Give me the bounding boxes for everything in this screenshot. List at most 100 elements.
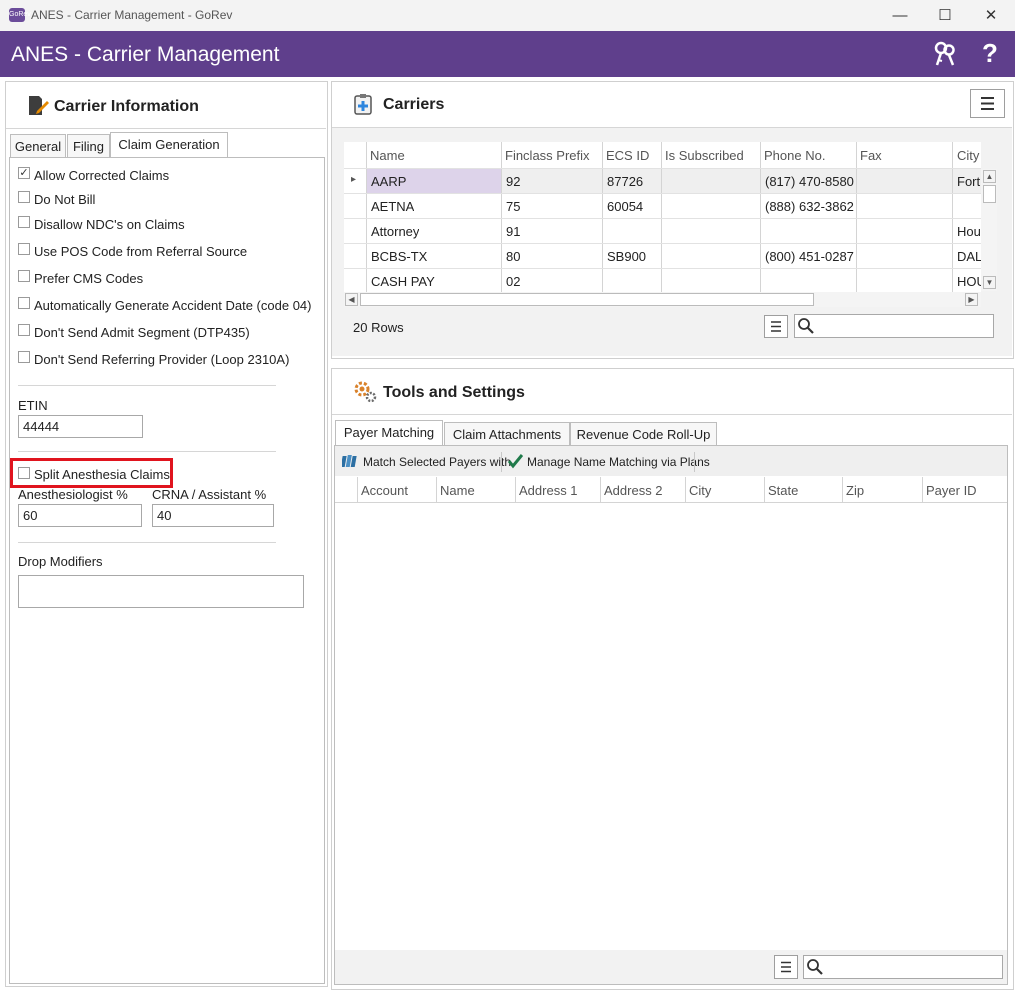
etin-label: ETIN	[18, 398, 48, 413]
table-cell: 80	[506, 249, 521, 264]
column-header-account[interactable]: Account	[361, 483, 408, 498]
column-header-address-1[interactable]: Address 1	[519, 483, 578, 498]
minimize-button[interactable]: —	[877, 0, 923, 31]
scroll-up-icon[interactable]: ▲	[983, 170, 996, 183]
scroll-right-icon[interactable]: ▶	[965, 293, 978, 306]
split-anesthesia-label: Split Anesthesia Claims	[34, 467, 170, 482]
column-header-phone-no[interactable]: Phone No.	[764, 148, 825, 163]
column-separator	[600, 477, 601, 502]
keys-icon[interactable]	[933, 41, 957, 67]
use-pos-code-checkbox[interactable]	[18, 243, 30, 255]
tab-claim-attachments[interactable]: Claim Attachments	[444, 422, 570, 446]
divider	[18, 542, 276, 543]
scroll-left-icon[interactable]: ◀	[345, 293, 358, 306]
carriers-grid-menu-button[interactable]	[764, 315, 788, 338]
divider	[18, 385, 276, 386]
dont-send-referring-checkbox[interactable]	[18, 351, 30, 363]
crna-input[interactable]: 40	[152, 504, 274, 527]
tab-filing[interactable]: Filing	[67, 134, 110, 158]
table-cell: (888) 632-3862	[765, 199, 854, 214]
column-header-finclass-prefix[interactable]: Finclass Prefix	[505, 148, 590, 163]
tools-settings-heading: Tools and Settings	[383, 384, 525, 401]
disallow-ndc-label: Disallow NDC's on Claims	[34, 217, 185, 232]
column-header-fax[interactable]: Fax	[860, 148, 882, 163]
table-cell: (800) 451-0287	[765, 249, 854, 264]
carriers-grid-header	[344, 142, 981, 168]
payer-grid-menu-button[interactable]	[774, 955, 798, 979]
table-row[interactable]	[344, 169, 981, 193]
column-header-ecs-id[interactable]: ECS ID	[606, 148, 649, 163]
carriers-heading: Carriers	[383, 96, 445, 113]
split-anesthesia-checkbox[interactable]	[18, 467, 30, 479]
disallow-ndc-checkbox[interactable]	[18, 216, 30, 228]
table-row[interactable]	[344, 269, 981, 292]
horizontal-scroll-thumb[interactable]	[360, 293, 814, 306]
column-separator	[842, 477, 843, 502]
anesthesiologist-input[interactable]: 60	[18, 504, 142, 527]
column-header-name[interactable]: Name	[370, 148, 405, 163]
prefer-cms-codes-checkbox[interactable]	[18, 270, 30, 282]
edit-document-icon	[27, 93, 49, 117]
column-header-zip[interactable]: Zip	[846, 483, 864, 498]
column-header-name[interactable]: Name	[440, 483, 475, 498]
hamburger-icon	[981, 97, 994, 110]
column-header-is-subscribed[interactable]: Is Subscribed	[665, 148, 744, 163]
tab-general[interactable]: General	[10, 134, 66, 158]
column-header-address-2[interactable]: Address 2	[604, 483, 663, 498]
close-button[interactable]: ✕	[968, 0, 1014, 31]
drop-modifiers-input[interactable]	[18, 575, 304, 608]
column-separator	[922, 477, 923, 502]
tab-payer-matching[interactable]: Payer Matching	[335, 420, 443, 446]
table-cell: 60054	[607, 199, 644, 214]
allow-corrected-claims-checkbox[interactable]: ✓	[18, 167, 30, 179]
column-separator	[764, 477, 765, 502]
column-separator	[436, 477, 437, 502]
table-cell: 87726	[607, 174, 644, 189]
medical-clipboard-icon	[352, 92, 376, 116]
gears-icon	[353, 379, 377, 403]
tab-claim-generation[interactable]: Claim Generation	[110, 132, 228, 158]
maximize-button[interactable]: ☐	[922, 0, 968, 31]
vertical-scroll-thumb[interactable]	[983, 185, 996, 203]
allow-corrected-claims-label: Allow Corrected Claims	[34, 168, 170, 183]
payer-search-input[interactable]	[803, 955, 1003, 979]
column-header-state[interactable]: State	[768, 483, 798, 498]
scroll-down-icon[interactable]: ▼	[983, 276, 996, 289]
match-selected-payers-button[interactable]: Match Selected Payers with	[363, 455, 511, 469]
page-title: ANES - Carrier Management	[11, 43, 280, 66]
table-cell: 75	[506, 199, 521, 214]
toolbar-separator	[501, 452, 502, 472]
table-cell: 92	[506, 174, 521, 189]
carriers-search-input[interactable]	[794, 314, 994, 338]
column-header-city[interactable]: City	[689, 483, 711, 498]
help-icon[interactable]: ?	[982, 38, 998, 69]
carriers-menu-button[interactable]	[970, 89, 1005, 118]
do-not-bill-checkbox[interactable]	[18, 191, 30, 203]
manage-name-matching-button[interactable]: Manage Name Matching via Plans	[527, 455, 710, 469]
hamburger-icon	[781, 961, 791, 973]
books-icon	[340, 454, 358, 468]
auto-accident-date-checkbox[interactable]	[18, 297, 30, 309]
app-icon: GoRev	[9, 8, 31, 22]
tab-revenue-code-roll-up[interactable]: Revenue Code Roll-Up	[570, 422, 717, 446]
table-cell: AETNA	[371, 199, 415, 214]
carriers-row-count: 20 Rows	[353, 320, 404, 335]
divider	[332, 414, 1012, 415]
column-header-payer-id[interactable]: Payer ID	[926, 483, 977, 498]
column-separator	[685, 477, 686, 502]
table-cell: 91	[506, 224, 521, 239]
auto-accident-date-label: Automatically Generate Accident Date (co…	[34, 298, 312, 313]
table-cell: Hou	[957, 224, 981, 239]
dont-send-admit-checkbox[interactable]	[18, 324, 30, 336]
column-header-city[interactable]: City	[957, 148, 979, 163]
table-row[interactable]	[344, 244, 981, 268]
table-row[interactable]	[344, 219, 981, 243]
table-cell: (817) 470-8580	[765, 174, 854, 189]
dont-send-admit-label: Don't Send Admit Segment (DTP435)	[34, 325, 250, 340]
etin-input[interactable]: 44444	[18, 415, 143, 438]
anesthesiologist-label: Anesthesiologist %	[18, 487, 128, 502]
use-pos-code-label: Use POS Code from Referral Source	[34, 244, 248, 259]
column-separator	[515, 477, 516, 502]
table-row[interactable]	[344, 194, 981, 218]
carrier-information-heading: Carrier Information	[54, 98, 199, 115]
